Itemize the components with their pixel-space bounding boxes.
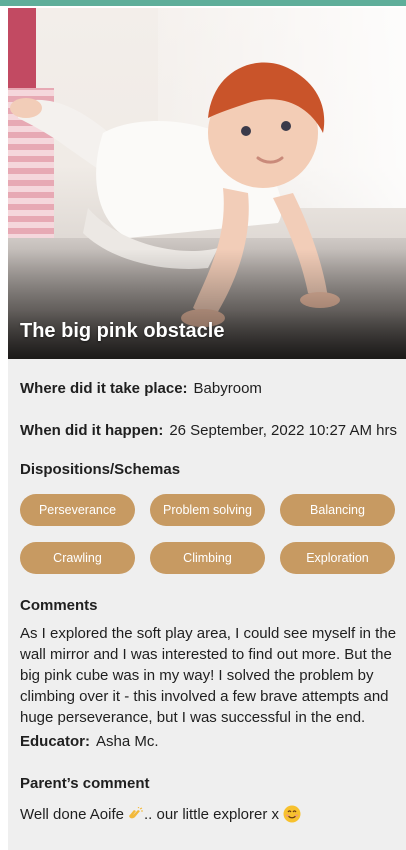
parent-comment-title: Parent’s comment [20,775,150,792]
top-accent-bar [0,0,406,6]
clapping-hands-icon [128,807,143,819]
chip-climbing[interactable]: Climbing [150,542,265,574]
comments-text: As I explored the soft play area, I coul… [20,625,397,726]
where-value: Babyroom [193,380,262,397]
where-row: Where did it take place: Babyroom [20,380,262,397]
chip-balancing[interactable]: Balancing [280,494,395,526]
observation-card: The big pink obstacle Where did it take … [8,8,406,850]
parent-comment-part1: Well done Aoife [20,806,124,823]
chip-problem-solving[interactable]: Problem solving [150,494,265,526]
dispositions-title: Dispositions/Schemas [20,461,181,478]
educator-label: Educator: [20,733,91,750]
where-label: Where did it take place: [20,380,188,397]
when-value: 26 September, 2022 10:27 AM hrs [169,422,397,439]
observation-title: The big pink obstacle [20,320,225,342]
smiling-face-icon [283,805,301,823]
parent-comment-text: Well done Aoife .. our little explorer x [20,805,301,823]
educator-value: Asha Mc. [96,733,159,750]
chip-crawling[interactable]: Crawling [20,542,135,574]
comments-title: Comments [20,597,98,614]
when-row: When did it happen: 26 September, 2022 10… [20,422,397,439]
educator-row: Educator: Asha Mc. [20,733,159,750]
observation-photo[interactable]: The big pink obstacle [8,8,406,359]
parent-comment-part2: .. our little explorer x [143,806,280,823]
chip-perseverance[interactable]: Perseverance [20,494,135,526]
chip-exploration[interactable]: Exploration [280,542,395,574]
when-label: When did it happen: [20,422,164,439]
